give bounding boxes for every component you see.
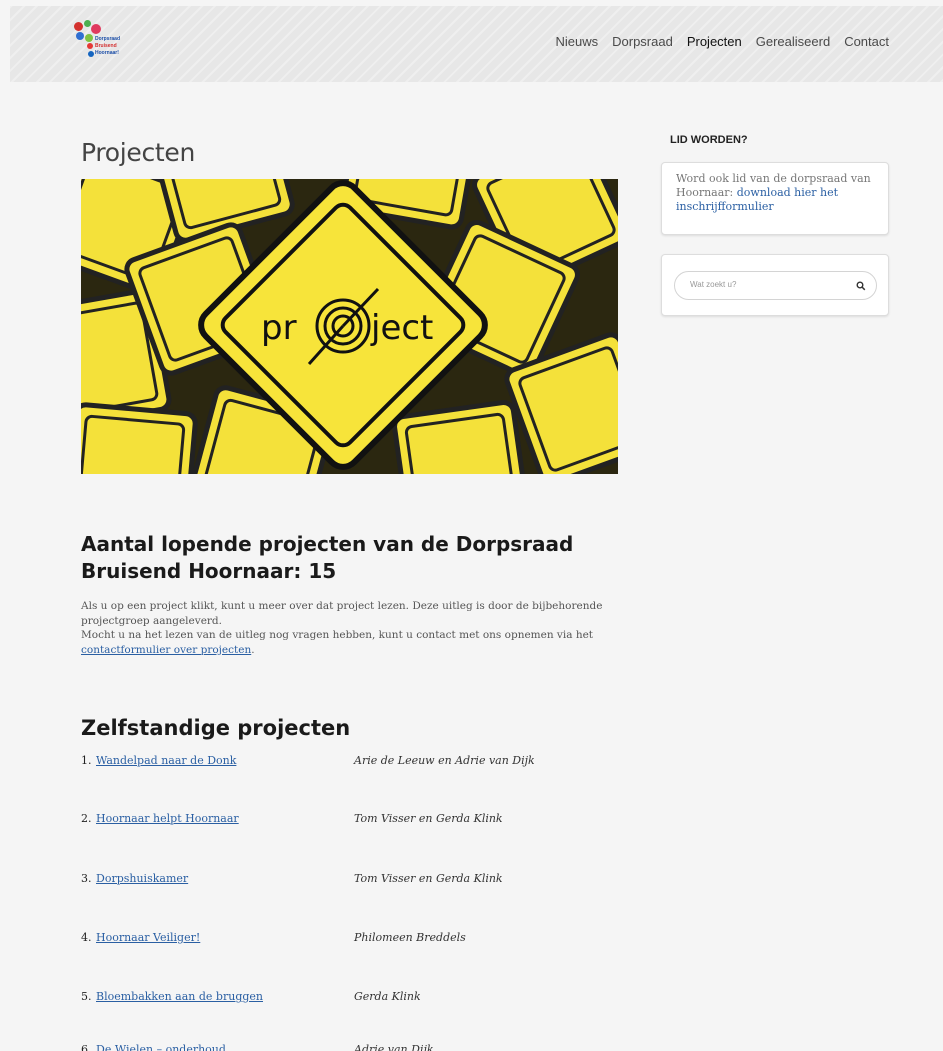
zelfstandige-projecten-heading: Zelfstandige projecten [81, 716, 351, 740]
logo-dot [76, 32, 84, 40]
logo-dot [91, 24, 101, 34]
main-nav: Nieuws Dorpsraad Projecten Gerealiseerd … [556, 34, 890, 49]
intro-text: Als u op een project klikt, kunt u meer … [81, 599, 641, 657]
logo-dot [87, 43, 93, 49]
project-owner: Gerda Klink [354, 990, 421, 1003]
logo-dot [74, 22, 83, 31]
hero-word-ject: ject [370, 308, 433, 348]
project-owner: Adrie van Dijk [354, 1043, 434, 1051]
sidebar-member-title: LID WORDEN? [670, 134, 748, 146]
project-link[interactable]: Hoornaar helpt Hoornaar [96, 812, 239, 825]
project-owner: Arie de Leeuw en Adrie van Dijk [354, 754, 535, 767]
project-count-heading: Aantal lopende projecten van de Dorpsraa… [81, 532, 574, 583]
logo-dot [88, 51, 94, 57]
project-owner: Tom Visser en Gerda Klink [354, 872, 503, 885]
logo-line-1: Dorpsraad [95, 36, 121, 42]
project-row: 6. De Wielen – onderhoud Adrie van Dijk [81, 1043, 601, 1051]
nav-nieuws[interactable]: Nieuws [556, 34, 599, 49]
intro-line-1: Als u op een project klikt, kunt u meer … [81, 600, 603, 627]
logo-line-3: Hoornaar! [95, 50, 119, 56]
project-number: 4. [81, 931, 92, 944]
search-box[interactable] [674, 271, 877, 300]
project-owner: Philomeen Breddels [354, 931, 466, 944]
project-signs-illustration: pr ject [81, 179, 618, 474]
project-link[interactable]: Wandelpad naar de Donk [96, 754, 236, 767]
member-card: Word ook lid van de dorpsraad van Hoorna… [661, 162, 889, 235]
nav-dorpsraad[interactable]: Dorpsraad [612, 34, 673, 49]
nav-projecten[interactable]: Projecten [687, 34, 742, 49]
project-owner: Tom Visser en Gerda Klink [354, 812, 503, 825]
project-row: 2. Hoornaar helpt Hoornaar Tom Visser en… [81, 812, 601, 830]
project-row: 3. Dorpshuiskamer Tom Visser en Gerda Kl… [81, 872, 601, 890]
intro-end: . [251, 643, 255, 656]
project-number: 3. [81, 872, 92, 885]
logo-dot [84, 20, 91, 27]
site-header: Dorpsraad Bruisend Hoornaar! Nieuws Dorp… [10, 6, 943, 82]
project-link[interactable]: Hoornaar Veiliger! [96, 931, 200, 944]
logo-line-2: Bruisend [95, 43, 117, 49]
project-row: 1. Wandelpad naar de Donk Arie de Leeuw … [81, 754, 601, 772]
site-logo[interactable]: Dorpsraad Bruisend Hoornaar! [74, 20, 144, 70]
nav-gerealiseerd[interactable]: Gerealiseerd [756, 34, 830, 49]
intro-line-2: Mocht u na het lezen van de uitleg nog v… [81, 629, 594, 641]
search-card [661, 254, 889, 316]
project-row: 5. Bloembakken aan de bruggen Gerda Klin… [81, 990, 601, 1008]
project-link[interactable]: Bloembakken aan de bruggen [96, 990, 263, 1003]
search-input[interactable] [690, 280, 850, 289]
hero-word-pr: pr [261, 308, 297, 348]
nav-contact[interactable]: Contact [844, 34, 889, 49]
contact-form-link[interactable]: contactformulier over projecten [81, 644, 251, 656]
page-title: Projecten [81, 138, 196, 167]
project-number: 2. [81, 812, 92, 825]
project-number: 1. [81, 754, 92, 767]
hero-image: pr ject [81, 179, 618, 474]
project-link[interactable]: De Wielen – onderhoud [96, 1043, 226, 1051]
project-link[interactable]: Dorpshuiskamer [96, 872, 188, 885]
logo-dot [85, 34, 93, 42]
project-number: 6. [81, 1043, 92, 1051]
search-icon[interactable] [856, 281, 866, 291]
project-number: 5. [81, 990, 92, 1003]
project-row: 4. Hoornaar Veiliger! Philomeen Breddels [81, 931, 601, 949]
